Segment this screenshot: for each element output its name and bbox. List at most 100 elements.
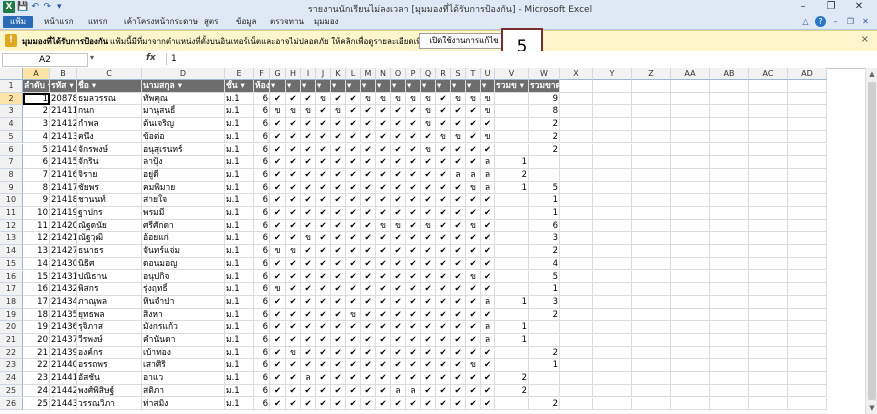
table-cell[interactable] — [710, 232, 749, 246]
table-cell[interactable]: ✔ — [361, 194, 376, 207]
column-header[interactable]: R — [436, 68, 451, 80]
table-cell[interactable] — [710, 80, 749, 93]
column-header[interactable]: T — [466, 68, 481, 80]
header-cell[interactable]: ห้อง ▾ — [254, 80, 270, 93]
table-cell[interactable]: ✔ — [331, 232, 346, 246]
table-cell[interactable]: ✔ — [391, 156, 406, 169]
table-cell[interactable]: ✔ — [316, 181, 331, 195]
table-cell[interactable]: ✔ — [436, 219, 451, 233]
table-cell[interactable]: 21412 — [50, 118, 77, 131]
table-cell[interactable]: ✔ — [316, 118, 331, 131]
table-cell[interactable]: ✔ — [391, 270, 406, 284]
table-cell[interactable]: ข — [466, 219, 481, 233]
table-cell[interactable]: ✔ — [331, 194, 346, 207]
table-cell[interactable] — [788, 194, 827, 207]
table-cell[interactable]: ✔ — [286, 372, 301, 385]
table-cell[interactable]: ม.1 — [225, 118, 254, 131]
table-cell[interactable]: ✔ — [331, 92, 346, 106]
table-cell[interactable]: ✔ — [376, 257, 391, 271]
table-cell[interactable]: ✔ — [406, 308, 421, 322]
table-cell[interactable]: 21 — [23, 346, 50, 360]
table-cell[interactable] — [710, 92, 749, 106]
active-cell[interactable]: 1 — [23, 92, 50, 106]
table-cell[interactable]: ✔ — [331, 130, 346, 144]
table-cell[interactable]: ✔ — [361, 346, 376, 360]
table-cell[interactable] — [671, 92, 710, 106]
table-cell[interactable]: 3 — [529, 232, 560, 246]
table-cell[interactable]: 4 — [529, 257, 560, 271]
tab-view[interactable]: มุมมอง — [314, 16, 339, 28]
table-cell[interactable] — [560, 372, 593, 385]
table-cell[interactable]: ✔ — [361, 118, 376, 131]
table-cell[interactable]: ต้นเจริญ — [142, 118, 225, 131]
header-cell[interactable]: ▾ — [286, 80, 301, 93]
table-cell[interactable] — [529, 321, 560, 334]
table-cell[interactable]: ✔ — [391, 118, 406, 131]
table-cell[interactable]: ✔ — [361, 270, 376, 284]
table-cell[interactable] — [593, 334, 632, 347]
table-cell[interactable]: ชานนท์ — [77, 194, 142, 207]
column-header[interactable]: K — [331, 68, 346, 80]
table-cell[interactable]: ✔ — [376, 130, 391, 144]
help-icon[interactable]: ? — [815, 16, 826, 27]
table-cell[interactable]: ✔ — [361, 397, 376, 411]
table-cell[interactable] — [749, 232, 788, 246]
table-cell[interactable] — [560, 334, 593, 347]
table-cell[interactable]: ✔ — [376, 321, 391, 334]
table-cell[interactable] — [749, 384, 788, 398]
table-cell[interactable]: ✔ — [406, 118, 421, 131]
table-cell[interactable] — [710, 168, 749, 182]
table-cell[interactable]: 21417 — [50, 181, 77, 195]
table-cell[interactable] — [671, 130, 710, 144]
table-cell[interactable] — [632, 384, 671, 398]
table-cell[interactable]: 21418 — [50, 194, 77, 207]
tab-data[interactable]: ข้อมูล — [236, 16, 256, 28]
table-cell[interactable]: 6 — [254, 321, 270, 334]
table-cell[interactable]: 2 — [495, 372, 529, 385]
table-cell[interactable]: 23 — [23, 372, 50, 385]
table-cell[interactable]: มานุสนธิ์ — [142, 105, 225, 119]
table-cell[interactable] — [632, 257, 671, 271]
table-cell[interactable]: ✔ — [270, 194, 286, 207]
table-cell[interactable] — [788, 219, 827, 233]
table-cell[interactable]: ✔ — [421, 194, 436, 207]
table-cell[interactable] — [788, 181, 827, 195]
table-cell[interactable]: ข — [286, 346, 301, 360]
table-cell[interactable]: 18 — [23, 308, 50, 322]
table-cell[interactable]: ✔ — [346, 207, 361, 220]
table-cell[interactable]: ✔ — [301, 219, 316, 233]
window-close-icon[interactable]: ✕ — [860, 16, 871, 27]
table-cell[interactable]: 21414 — [50, 143, 77, 157]
table-cell[interactable]: ข — [391, 219, 406, 233]
table-cell[interactable]: 6 — [254, 118, 270, 131]
row-header[interactable]: 11 — [0, 207, 23, 220]
table-cell[interactable]: ✔ — [436, 92, 451, 106]
table-cell[interactable] — [529, 168, 560, 182]
column-header[interactable]: AC — [749, 68, 788, 80]
table-cell[interactable]: 6 — [254, 194, 270, 207]
table-cell[interactable] — [560, 359, 593, 373]
table-cell[interactable]: 21432 — [50, 283, 77, 296]
table-cell[interactable] — [710, 105, 749, 119]
table-cell[interactable]: ✔ — [346, 257, 361, 271]
table-cell[interactable]: ✔ — [346, 105, 361, 119]
row-header[interactable]: 15 — [0, 257, 23, 271]
table-cell[interactable]: ✔ — [286, 130, 301, 144]
table-cell[interactable]: 1 — [529, 359, 560, 373]
table-cell[interactable]: ข — [421, 118, 436, 131]
table-cell[interactable]: ✔ — [316, 156, 331, 169]
table-cell[interactable]: ✔ — [301, 143, 316, 157]
table-cell[interactable]: ✔ — [466, 372, 481, 385]
table-cell[interactable]: 6 — [254, 384, 270, 398]
table-cell[interactable] — [671, 181, 710, 195]
table-cell[interactable]: 6 — [529, 219, 560, 233]
column-header[interactable]: Y — [593, 68, 632, 80]
table-cell[interactable]: 12 — [23, 232, 50, 246]
table-cell[interactable]: 21443 — [50, 397, 77, 411]
table-cell[interactable]: ✔ — [466, 283, 481, 296]
column-header[interactable]: I — [301, 68, 316, 80]
table-cell[interactable]: 22 — [23, 359, 50, 373]
table-cell[interactable]: 21427 — [50, 245, 77, 258]
table-cell[interactable]: ✔ — [406, 257, 421, 271]
table-cell[interactable] — [788, 257, 827, 271]
